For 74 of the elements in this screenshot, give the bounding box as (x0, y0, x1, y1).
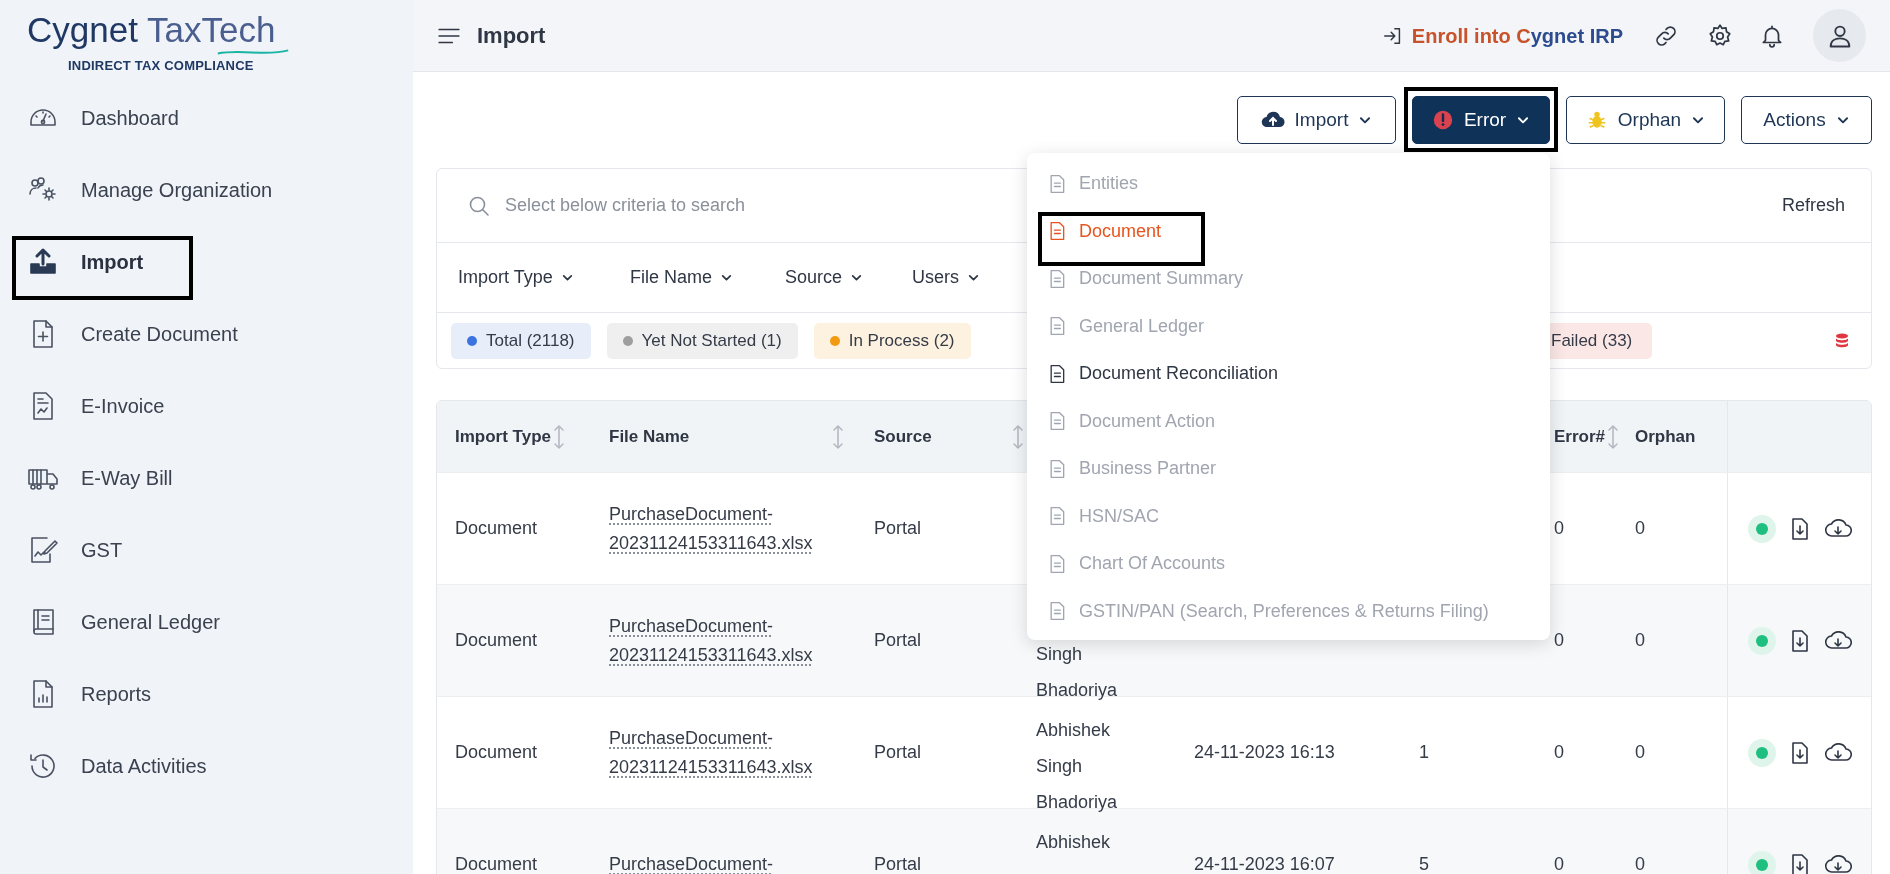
sidebar-item[interactable]: General Ledger (27, 606, 220, 638)
column-header: Source (874, 425, 932, 448)
table-cell-text: 5 (1419, 853, 1429, 874)
database-icon[interactable] (1835, 332, 1849, 349)
status-indicator (1748, 626, 1776, 655)
column-header: Import Type (455, 425, 552, 448)
table-cell-text: 0 (1554, 741, 1564, 764)
file-download-icon[interactable] (1790, 852, 1810, 874)
search-field[interactable]: Select below criteria to search (505, 192, 1005, 219)
table-cell-text: 0 (1635, 629, 1645, 652)
file-link[interactable]: PurchaseDocument- (609, 850, 851, 874)
filter-dropdown[interactable]: File Name (630, 264, 734, 291)
status-indicator (1748, 850, 1776, 874)
settings-icon[interactable] (1707, 22, 1733, 49)
dropdown-button[interactable]: Error (1412, 96, 1550, 144)
column-header: Error# (1554, 425, 1606, 448)
filter-dropdown[interactable]: Users (912, 264, 980, 291)
filter-dropdown[interactable]: Import Type (458, 264, 574, 291)
sidebar-item[interactable]: E-Way Bill (27, 462, 173, 494)
sidebar-item[interactable]: Reports (27, 678, 152, 710)
file-link[interactable]: PurchaseDocument-20231124153311643.xlsx (609, 723, 851, 782)
table-cell-text: 0 (1635, 741, 1645, 764)
sidebar-item[interactable]: Data Activities (27, 750, 207, 782)
table-cell-text: 1 (1419, 741, 1429, 764)
status-chip[interactable]: In Process (2) (813, 322, 971, 359)
table-cell-text: Document (455, 629, 538, 652)
table-cell-text: 24-11-2023 16:07 (1194, 853, 1335, 874)
sidebar-item[interactable]: E-Invoice (27, 390, 165, 422)
cloud-download-icon[interactable] (1824, 852, 1852, 874)
menu-item[interactable]: Document Reconciliation (1047, 360, 1279, 388)
refresh-link[interactable]: Refresh (1781, 192, 1845, 219)
alert-icon (1431, 109, 1454, 131)
table-cell-text: 0 (1635, 853, 1645, 874)
status-indicator (1748, 738, 1776, 767)
dropdown-button[interactable]: Actions (1741, 96, 1872, 144)
sidebar-item[interactable]: Manage Organization (27, 174, 273, 206)
table-cell-text: 0 (1554, 517, 1564, 540)
file-link[interactable]: PurchaseDocument-20231124153311643.xlsx (609, 499, 851, 558)
table-cell-text: Document (455, 853, 538, 874)
table-cell-text: Portal (874, 853, 922, 874)
filter-dropdown[interactable]: Source (785, 264, 864, 291)
table-cell-text: 0 (1554, 629, 1564, 652)
status-chip[interactable]: Total (2118) (451, 322, 591, 359)
table-cell-text: Document (455, 741, 538, 764)
page-title: Import (477, 22, 546, 50)
table-cell-text: 24-11-2023 16:13 (1194, 741, 1335, 764)
sidebar-item[interactable]: Create Document (27, 318, 238, 350)
status-indicator (1748, 514, 1776, 543)
user-name: Abhishek (1036, 831, 1111, 854)
dropdown-button[interactable]: Orphan (1566, 96, 1725, 144)
sidebar-item[interactable]: Dashboard (27, 102, 179, 134)
file-download-icon[interactable] (1790, 628, 1810, 653)
menu-item[interactable]: Document (1047, 217, 1162, 245)
column-header: File Name (609, 425, 690, 448)
file-download-icon[interactable] (1790, 516, 1810, 541)
sidebar-item[interactable]: Import (27, 246, 144, 278)
table-cell-text: Portal (874, 741, 922, 764)
column-header: Orphan (1635, 425, 1696, 448)
logo-tagline: INDIRECT TAX COMPLIANCE (68, 57, 254, 75)
file-link[interactable]: PurchaseDocument-20231124153311643.xlsx (609, 611, 851, 670)
enroll-link[interactable]: Enroll into Cygnet IRP (1381, 20, 1623, 51)
table-cell-text: Document (455, 517, 538, 540)
user-avatar[interactable] (1813, 9, 1866, 62)
dropdown-button[interactable]: Import (1237, 96, 1396, 144)
user-name: Singh Bhadoriya (1036, 643, 1118, 702)
table-cell-text: 0 (1554, 853, 1564, 874)
table-cell-text: 0 (1635, 517, 1645, 540)
table-cell-text: Portal (874, 517, 922, 540)
file-download-icon[interactable] (1790, 740, 1810, 765)
user-name: Abhishek Singh Bhadoriya (1036, 719, 1118, 814)
sidebar-item[interactable]: GST (27, 534, 123, 566)
table-cell-text: Portal (874, 629, 922, 652)
status-chip[interactable]: Yet Not Started (1) (606, 322, 798, 359)
logo-title: Cygnet TaxTech (27, 10, 276, 50)
